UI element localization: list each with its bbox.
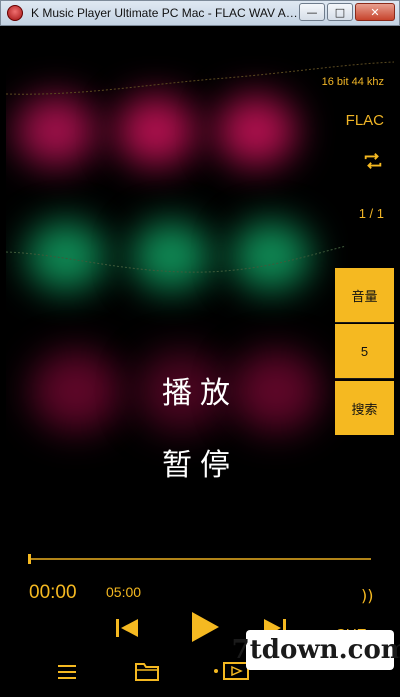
format-label: FLAC	[345, 112, 384, 129]
play-icon[interactable]	[186, 609, 222, 645]
progress-bar[interactable]	[28, 554, 371, 564]
current-time: 00:00	[29, 582, 77, 603]
progress-handle[interactable]	[28, 554, 31, 564]
title-bar[interactable]: K Music Player Ultimate PC Mac - FLAC WA…	[0, 0, 400, 26]
repeat-icon[interactable]	[362, 150, 384, 172]
maximize-button[interactable]: □	[327, 3, 353, 21]
window-title: K Music Player Ultimate PC Mac - FLAC WA…	[31, 6, 301, 20]
pause-label[interactable]: 暂停	[6, 440, 394, 484]
volume-button[interactable]: 音量	[335, 268, 394, 323]
close-button[interactable]: ✕	[355, 3, 395, 21]
play-label[interactable]: 播放	[6, 368, 394, 412]
bitrate-label: 16 bit 44 khz	[321, 76, 384, 88]
volume-icon[interactable]: ))	[361, 586, 373, 605]
folder-icon[interactable]	[134, 660, 160, 682]
track-count: 1 / 1	[358, 206, 384, 221]
skip-previous-icon[interactable]	[114, 616, 140, 640]
total-time: 05:00	[106, 584, 142, 600]
player-area: 16 bit 44 khz FLAC 1 / 1 音量 5 搜索 播放 暂停 0…	[6, 26, 394, 691]
watermark: 7tdown.com	[232, 630, 400, 670]
minimize-button[interactable]: —	[299, 3, 325, 21]
app-icon	[7, 5, 23, 21]
window-controls: — □ ✕	[299, 3, 395, 21]
menu-icon[interactable]	[56, 662, 78, 682]
